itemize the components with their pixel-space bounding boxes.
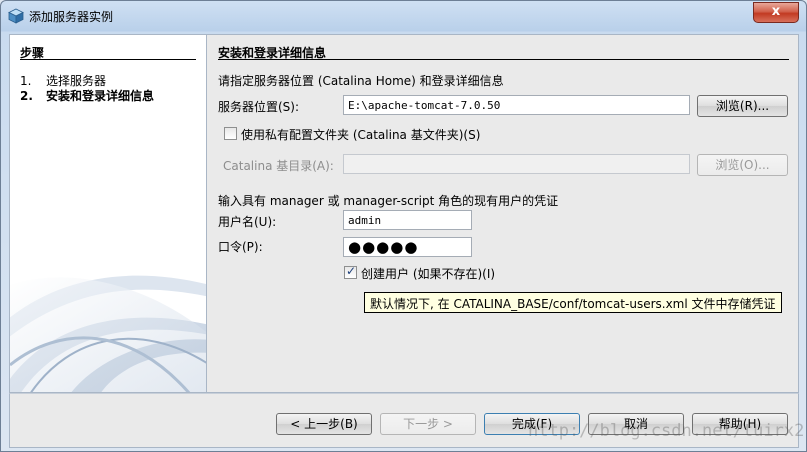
step-label: 选择服务器 [46,74,107,88]
catalina-base-label: Catalina 基目录(A): [223,159,334,173]
server-location-input[interactable]: E:\apache-tomcat-7.0.50 [343,95,690,115]
close-button[interactable]: x [753,2,799,23]
title-bar[interactable]: 添加服务器实例 x [1,1,806,31]
browse-base-button[interactable]: 浏览(O)... [697,154,788,176]
create-user-checkbox[interactable] [344,264,357,279]
window-title: 添加服务器实例 [29,10,114,24]
step-label: 安装和登录详细信息 [46,89,155,103]
section-divider [218,59,789,60]
catalina-base-input[interactable] [343,154,690,174]
back-button[interactable]: < 上一步(B) [276,413,372,435]
step-number: 1. [20,74,32,88]
step-item-install-login: 2. 安装和登录详细信息 [20,87,154,104]
intro-text: 请指定服务器位置 (Catalina Home) 和登录详细信息 [218,74,504,88]
private-config-checkbox[interactable] [224,127,237,140]
tooltip: 默认情况下, 在 CATALINA_BASE/conf/tomcat-users… [364,292,782,313]
watermark-text: http://blog.csdn.net/tuirx21 [528,421,807,441]
credentials-intro: 输入具有 manager 或 manager-script 角色的现有用户的凭证 [218,194,559,208]
dialog-window: 添加服务器实例 x 步骤 1. 选择服务器 2. 安装和登录详细信息 安装和登录… [0,0,807,452]
step-number: 2. [20,89,33,103]
private-config-label: 使用私有配置文件夹 (Catalina 基文件夹)(S) [241,128,481,142]
next-button[interactable]: 下一步 > [380,413,476,435]
username-label: 用户名(U): [218,215,277,229]
password-label: 口令(P): [218,240,263,254]
steps-panel: 步骤 1. 选择服务器 2. 安装和登录详细信息 [9,34,206,393]
content-panel: 安装和登录详细信息 请指定服务器位置 (Catalina Home) 和登录详细… [206,34,799,393]
server-location-label: 服务器位置(S): [218,100,300,114]
steps-divider [20,59,196,60]
app-cube-icon [8,8,24,24]
password-input[interactable]: ●●●●● [343,237,472,257]
create-user-label: 创建用户 (如果不存在)(I) [361,267,496,281]
username-input[interactable]: admin [343,210,472,230]
browse-button[interactable]: 浏览(R)... [697,95,788,117]
close-icon: x [771,4,781,19]
